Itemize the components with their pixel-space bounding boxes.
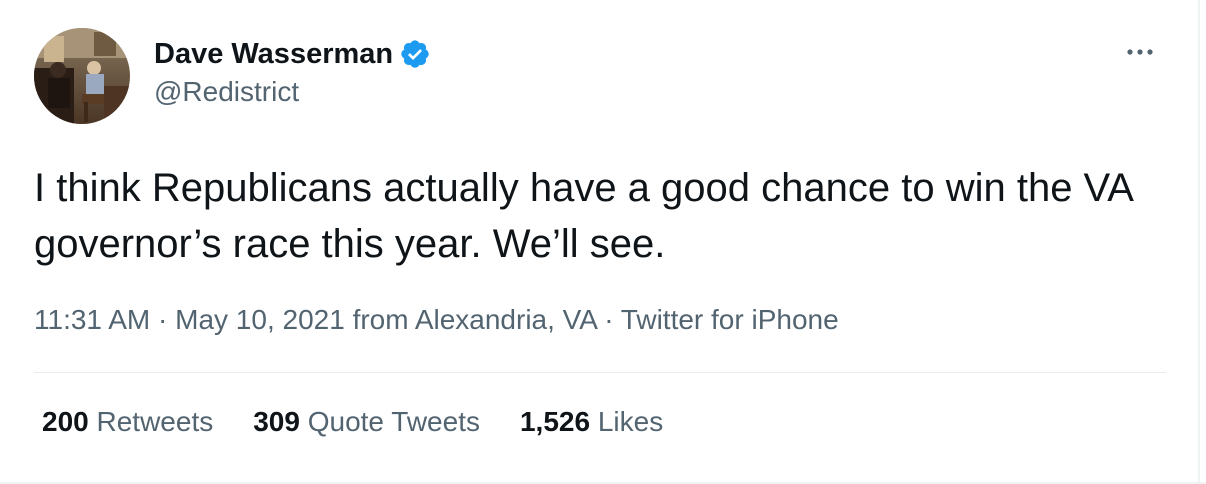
likes-label: Likes: [597, 406, 664, 437]
avatar-image: [34, 28, 130, 124]
tweet-text: I think Republicans actually have a good…: [34, 166, 1132, 266]
tweet-time[interactable]: 11:31 AM: [34, 304, 150, 335]
tweet-source[interactable]: Twitter for iPhone: [621, 304, 839, 335]
avatar[interactable]: [34, 28, 130, 124]
tweet-location[interactable]: Alexandria, VA: [415, 304, 597, 335]
verified-badge-icon: [399, 38, 431, 70]
divider: [34, 372, 1166, 373]
quote-tweets-stat[interactable]: 309 Quote Tweets: [253, 406, 480, 438]
quote-tweets-label: Quote Tweets: [307, 406, 480, 437]
retweets-stat[interactable]: 200 Retweets: [42, 406, 213, 438]
author-name-row: Dave Wasserman: [154, 34, 431, 74]
tweet-meta: 11:31 AM · May 10, 2021 from Alexandria,…: [34, 304, 839, 336]
likes-count: 1,526: [519, 406, 591, 437]
meta-from-label: from: [352, 304, 409, 335]
author-display-name[interactable]: Dave Wasserman: [154, 38, 393, 71]
tweet-date[interactable]: May 10, 2021: [175, 304, 345, 335]
more-horizontal-icon: [1127, 49, 1153, 55]
card-right-border: [1198, 0, 1200, 484]
meta-separator: ·: [158, 304, 168, 335]
meta-separator-2: ·: [604, 304, 614, 335]
retweets-label: Retweets: [96, 406, 214, 437]
likes-stat[interactable]: 1,526 Likes: [520, 406, 663, 438]
tweet-stats: 200 Retweets 309 Quote Tweets 1,526 Like…: [42, 406, 703, 438]
author-handle[interactable]: @Redistrict: [154, 76, 299, 108]
retweets-count: 200: [42, 406, 89, 437]
quote-tweets-count: 309: [253, 406, 300, 437]
more-options-button[interactable]: [1122, 34, 1158, 70]
